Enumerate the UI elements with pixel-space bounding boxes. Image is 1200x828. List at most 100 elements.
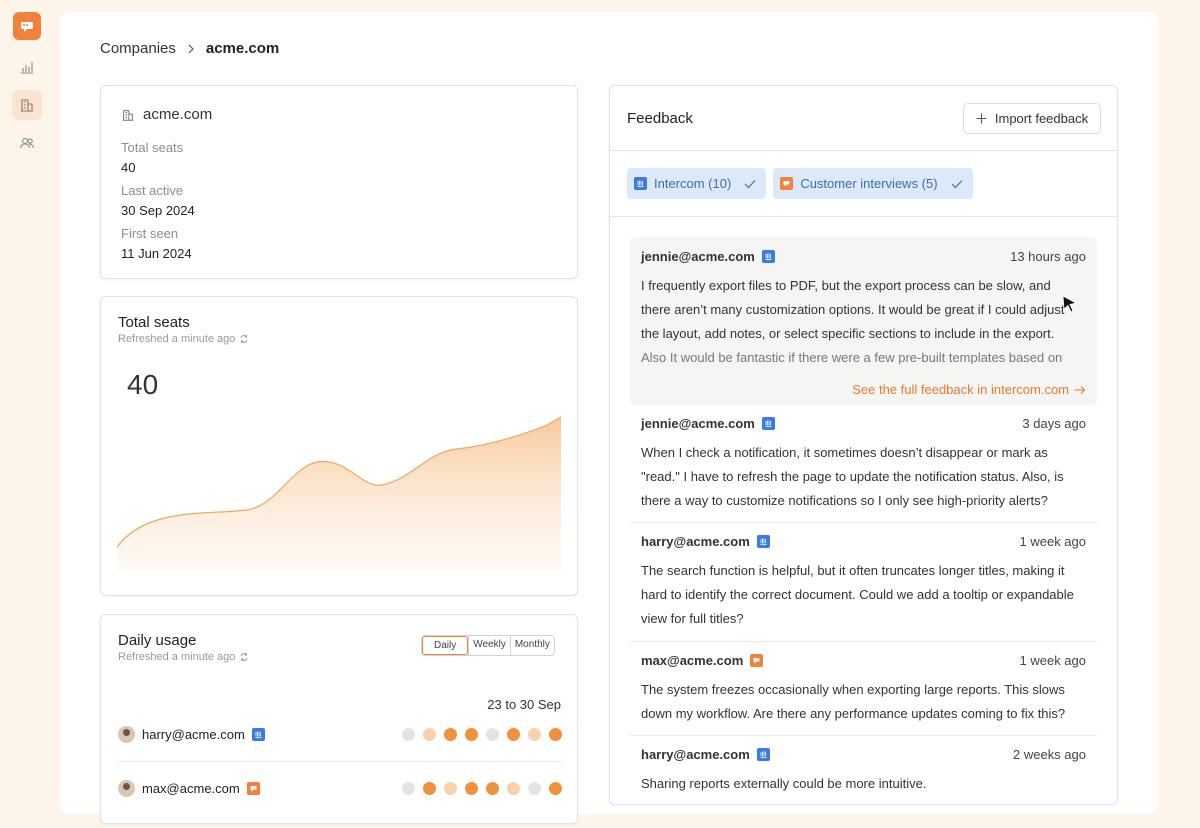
feedback-text: When I check a notification, it sometime…: [641, 441, 1086, 513]
company-card: acme.com Total seats 40 Last active 30 S…: [100, 85, 578, 279]
refresh-status: Refreshed a minute ago: [118, 651, 249, 663]
building-icon: [122, 109, 134, 121]
feedback-time: 2 weeks ago: [1013, 746, 1086, 762]
avatar: [118, 726, 135, 743]
intercom-icon: [761, 249, 775, 263]
filter-chip-interviews[interactable]: Customer interviews (5): [773, 168, 973, 199]
full-feedback-link[interactable]: See the full feedback in intercom.com: [852, 382, 1086, 397]
seats-area-chart: [117, 416, 561, 572]
import-label: Import feedback: [994, 111, 1089, 126]
cursor-icon: [1062, 295, 1078, 313]
app-logo[interactable]: [13, 12, 41, 40]
field-label: Total seats: [121, 140, 184, 155]
usage-dot: [423, 728, 436, 741]
company-header: acme.com: [121, 106, 212, 123]
field-label: First seen: [121, 226, 179, 241]
tab-daily[interactable]: Daily: [422, 636, 469, 655]
usage-row[interactable]: max@acme.com: [118, 780, 562, 797]
feedback-item[interactable]: harry@acme.com 1 week ago The search fun…: [630, 531, 1097, 631]
feedback-text: The system freezes occasionally when exp…: [641, 678, 1086, 726]
feedback-item[interactable]: jennie@acme.com 13 hours ago I frequentl…: [630, 237, 1097, 405]
field-first-seen: First seen 11 Jun 2024: [121, 226, 192, 261]
feedback-line: there a way to customize notifications s…: [641, 493, 1048, 508]
field-value: 40: [121, 160, 136, 175]
seats-value: 40: [127, 369, 159, 400]
tab-monthly[interactable]: Monthly: [509, 636, 554, 655]
feedback-line: hard to identify the correct document. C…: [641, 587, 1074, 602]
total-seats-card: Total seats Refreshed a minute ago 40: [100, 296, 578, 596]
usage-dot: [444, 728, 457, 741]
feedback-item[interactable]: max@acme.com 1 week ago The system freez…: [630, 650, 1097, 726]
nav-analytics[interactable]: [12, 52, 42, 82]
usage-dot: [423, 782, 436, 795]
feedback-time: 1 week ago: [1019, 533, 1087, 549]
usage-dot: [402, 782, 415, 795]
tab-weekly[interactable]: Weekly: [468, 636, 510, 655]
usage-dot: [549, 728, 562, 741]
usage-dot: [528, 782, 541, 795]
usage-dot: [528, 728, 541, 741]
field-value: 30 Sep 2024: [121, 203, 195, 218]
refresh-icon[interactable]: [239, 334, 249, 344]
usage-dots: [402, 782, 562, 795]
feedback-user: harry@acme.com: [641, 533, 750, 549]
check-icon: [744, 179, 756, 188]
card-title: Total seats: [118, 314, 190, 331]
interview-icon: [246, 782, 260, 795]
refresh-icon[interactable]: [239, 652, 249, 662]
nav-companies[interactable]: [12, 90, 42, 120]
feedback-time: 1 week ago: [1019, 652, 1087, 668]
refresh-text: Refreshed a minute ago: [118, 333, 236, 345]
arrow-right-icon: [1074, 385, 1086, 394]
feedback-line: The search function is helpful, but it o…: [641, 563, 1065, 578]
feedback-line: view for full titles?: [641, 611, 744, 626]
seats-area: [117, 417, 561, 572]
left-rail: [0, 0, 56, 828]
feedback-card: Feedback Import feedback Intercom (10) C…: [609, 85, 1118, 805]
divider: [610, 150, 1117, 151]
feedback-line: there aren’t many customization options.…: [641, 302, 1065, 317]
divider: [610, 216, 1117, 217]
feedback-line: I frequently export files to PDF, but th…: [641, 278, 1051, 293]
feedback-item[interactable]: jennie@acme.com 3 days ago When I check …: [630, 413, 1097, 513]
breadcrumb: Companies acme.com: [100, 40, 279, 57]
feedback-line: the layout, add notes, or select specifi…: [641, 326, 1055, 341]
logo-icon: [21, 22, 33, 32]
divider: [630, 735, 1097, 736]
usage-user: max@acme.com: [142, 781, 240, 796]
usage-user: harry@acme.com: [142, 727, 245, 742]
usage-dot: [444, 782, 457, 795]
feedback-text: Sharing reports externally could be more…: [641, 772, 1086, 796]
chip-label: Customer interviews (5): [800, 176, 938, 191]
intercom-icon: [756, 534, 770, 548]
main-panel: Companies acme.com acme.com Total seats …: [60, 12, 1159, 824]
usage-dot: [486, 782, 499, 795]
feedback-line: down my workflow. Are there any performa…: [641, 706, 1066, 721]
intercom-icon: [756, 747, 770, 761]
usage-dot: [402, 728, 415, 741]
nav-people[interactable]: [12, 128, 42, 158]
feedback-time: 13 hours ago: [1010, 248, 1086, 264]
field-label: Last active: [121, 183, 184, 198]
feedback-item[interactable]: harry@acme.com 2 weeks ago Sharing repor…: [630, 744, 1097, 796]
usage-dot: [507, 728, 520, 741]
usage-row[interactable]: harry@acme.com: [118, 726, 562, 743]
divider: [118, 761, 562, 762]
source-filters: Intercom (10) Customer interviews (5): [627, 168, 973, 199]
feedback-line: When I check a notification, it sometime…: [641, 445, 1048, 460]
interview-icon: [750, 653, 764, 667]
chevron-right-icon: [186, 41, 196, 57]
feedback-line: "read." I have to refresh the page to up…: [641, 469, 1064, 484]
feedback-line: Also It would be fantastic if there were…: [641, 350, 1063, 364]
breadcrumb-companies[interactable]: Companies: [100, 40, 176, 57]
feedback-text: The search function is helpful, but it o…: [641, 559, 1086, 631]
intercom-icon: [634, 177, 647, 190]
period-toggle: Daily Weekly Monthly: [421, 635, 555, 656]
chip-label: Intercom (10): [654, 176, 732, 191]
field-total-seats: Total seats 40: [121, 140, 183, 175]
usage-dot: [486, 728, 499, 741]
refresh-status: Refreshed a minute ago: [118, 333, 249, 345]
chart-icon: [21, 62, 33, 74]
filter-chip-intercom[interactable]: Intercom (10): [627, 168, 767, 199]
import-feedback-button[interactable]: Import feedback: [963, 103, 1101, 134]
